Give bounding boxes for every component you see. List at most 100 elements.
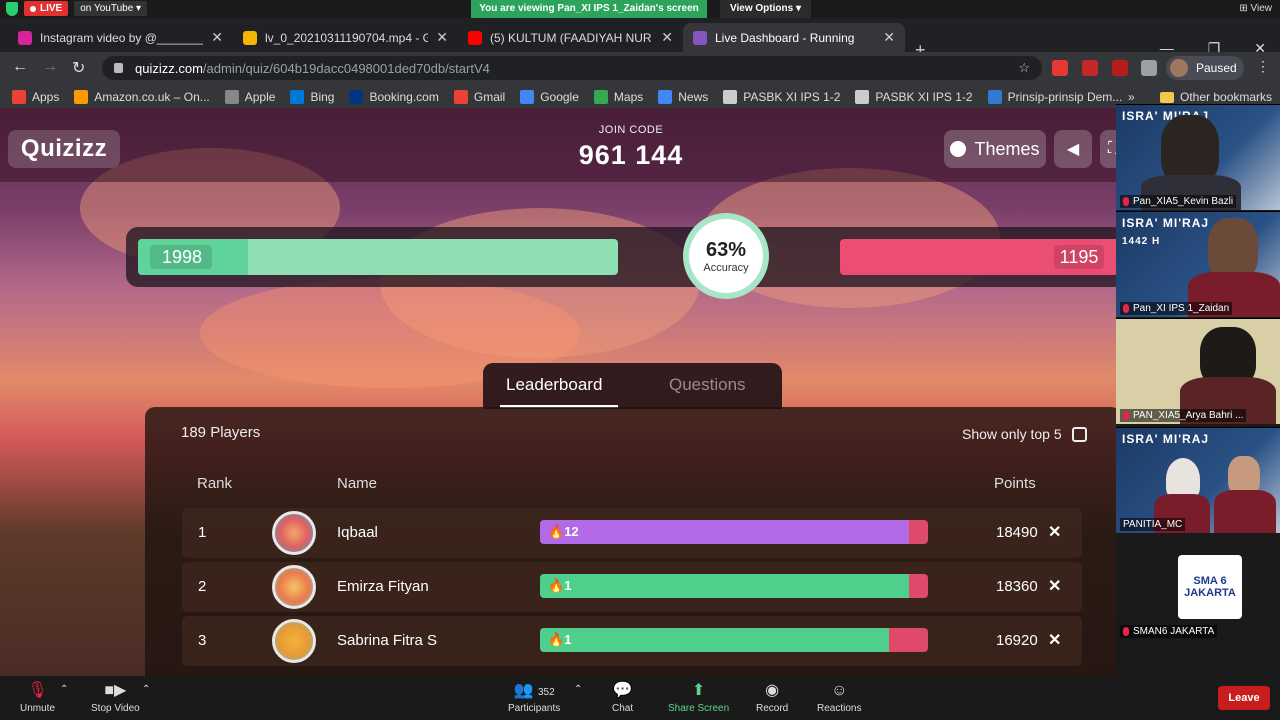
unmute-label: Unmute (20, 703, 56, 714)
forward-icon[interactable]: → (42, 58, 58, 76)
participants-icon: 👥 352 (513, 682, 555, 699)
other-bookmarks[interactable]: Other bookmarks (1160, 90, 1272, 104)
video-tile[interactable]: ISRA' MI'RAJ PANITIA_MC (1116, 427, 1280, 533)
bookmark-star-icon[interactable]: ☆ (1018, 60, 1030, 76)
show-top5-toggle[interactable]: Show only top 5 (962, 426, 1087, 442)
participant-name: SMAN6 JAKARTA (1133, 626, 1215, 637)
extension-icon[interactable] (1052, 60, 1068, 76)
participants-button[interactable]: 👥 352 Participants (508, 682, 560, 714)
points-cell: 18360 (996, 578, 1038, 595)
participant-name-tag: Pan_XI IPS 1_Zaidan (1120, 302, 1233, 315)
close-icon[interactable]: ✕ (211, 29, 223, 46)
streak-value: 1 (564, 578, 572, 593)
remove-player-icon[interactable]: ✕ (1048, 522, 1061, 542)
bookmark-item[interactable]: PASBK XI IPS 1-2 (723, 90, 840, 104)
bookmark-item[interactable]: Maps (593, 90, 643, 104)
view-label: View (1250, 3, 1273, 14)
kebab-menu-icon[interactable]: ⋮ (1256, 58, 1270, 75)
close-icon[interactable]: ✕ (436, 29, 448, 46)
zoom-top-bar: LIVE on YouTube ▾ You are viewing Pan_XI… (0, 0, 1280, 18)
on-youtube-dropdown[interactable]: on YouTube ▾ (74, 1, 148, 16)
bookmark-item[interactable]: Gmail (453, 90, 505, 104)
bookmark-item[interactable]: Google (520, 90, 579, 104)
puzzle-icon[interactable] (1141, 60, 1157, 76)
extension-icon[interactable] (1112, 60, 1128, 76)
tab-google-drive[interactable]: lv_0_20210311190704.mp4 - Goo ✕ (233, 23, 458, 52)
tab-youtube[interactable]: (5) KULTUM (FAADIYAH NUR AAR ✕ (458, 23, 683, 52)
bookmark-item[interactable]: Prinsip-prinsip Dem... (987, 90, 1122, 104)
bookmark-item[interactable]: Bing (290, 90, 334, 104)
tab-leaderboard[interactable]: Leaderboard (506, 375, 602, 395)
tab-quizizz-active[interactable]: Live Dashboard - Running ✕ (683, 23, 905, 52)
bookmark-item[interactable]: Apple (224, 90, 276, 104)
reactions-button[interactable]: ☺ Reactions (817, 682, 861, 714)
live-badge[interactable]: LIVE (24, 1, 69, 16)
reload-icon[interactable]: ↻ (72, 58, 85, 78)
streak-count: 🔥1 (548, 578, 572, 593)
streak-value: 1 (564, 632, 572, 647)
tab-instagram[interactable]: Instagram video by @___________ ✕ (8, 23, 233, 52)
chevron-up-icon: ⌃ (574, 684, 583, 695)
table-row[interactable]: 1 Iqbaal 🔥12 18490 ✕ (182, 508, 1082, 558)
view-button[interactable]: ⊞ View (1239, 0, 1272, 18)
bookmark-item[interactable]: Apps (12, 90, 59, 104)
reactions-label: Reactions (817, 703, 862, 714)
avatar (272, 565, 316, 609)
url-input[interactable]: quizizz.com/admin/quiz/604b19dacc0498001… (102, 56, 1042, 80)
close-icon[interactable]: ✕ (661, 29, 673, 46)
bookmark-label: Booking.com (369, 90, 439, 104)
unmute-button[interactable]: 🎙 Unmute (20, 682, 55, 714)
remove-player-icon[interactable]: ✕ (1048, 576, 1061, 596)
rank-cell: 3 (198, 632, 207, 649)
video-tile[interactable]: PAN_XIA5_Arya Bahri ... (1116, 318, 1280, 424)
back-icon[interactable]: ← (12, 58, 28, 76)
maps-icon (593, 90, 608, 104)
rank-cell: 1 (198, 524, 207, 541)
bookmark-label: Apple (244, 90, 276, 104)
school-logo: SMA 6 JAKARTA (1178, 555, 1242, 619)
url-host: quizizz.com (135, 60, 203, 76)
video-options-caret[interactable]: ⌃ (142, 684, 150, 695)
table-row[interactable]: 3 Sabrina Fitra S 🔥1 16920 ✕ (182, 616, 1082, 666)
video-camera-icon: ■▶ (104, 682, 127, 699)
youtube-icon (468, 30, 482, 45)
leave-button[interactable]: Leave (1218, 686, 1270, 710)
stop-video-button[interactable]: ■▶ Stop Video (91, 682, 140, 714)
close-icon[interactable]: ✕ (883, 29, 895, 46)
chat-button[interactable]: 💬 Chat (612, 682, 633, 714)
fullscreen-button[interactable]: ⛶ (1100, 130, 1116, 168)
sound-button[interactable]: ◀ (1054, 130, 1092, 168)
remove-player-icon[interactable]: ✕ (1048, 630, 1061, 650)
bookmark-item[interactable]: News (658, 90, 708, 104)
table-row[interactable]: 2 Emirza Fityan 🔥1 18360 ✕ (182, 562, 1082, 612)
video-tile[interactable]: ISRA' MI'RAJ Pan_XIA5_Kevin Bazli (1116, 104, 1280, 210)
quizizz-icon (693, 30, 707, 45)
muted-mic-icon (1123, 197, 1129, 206)
video-tile[interactable]: ISRA' MI'RAJ 1442 H Pan_XI IPS 1_Zaidan (1116, 211, 1280, 317)
tab-title: Live Dashboard - Running (715, 30, 855, 45)
checkbox[interactable] (1071, 426, 1087, 442)
extension-icon[interactable] (1082, 60, 1098, 76)
record-button[interactable]: ◉ Record (756, 682, 788, 714)
view-options-button[interactable]: View Options ▾ (720, 0, 811, 18)
mic-off-icon: 🎙 (27, 682, 48, 699)
bookmark-item[interactable]: Booking.com (349, 90, 439, 104)
participants-label: Participants (508, 703, 561, 714)
bookmark-item[interactable]: Amazon.co.uk – On... (74, 90, 210, 104)
rank-cell: 2 (198, 578, 207, 595)
profile-button[interactable]: Paused (1166, 56, 1244, 80)
bookmark-item[interactable]: PASBK XI IPS 1-2 (855, 90, 973, 104)
muted-mic-icon (1123, 304, 1129, 313)
video-tile[interactable]: SMAN6 JAKARTA (1116, 620, 1280, 642)
participant-name-tag: PAN_XIA5_Arya Bahri ... (1120, 409, 1247, 422)
participants-options-caret[interactable]: ⌃ (574, 684, 582, 695)
poster-title: ISRA' MI'RAJ (1122, 216, 1210, 230)
audio-options-caret[interactable]: ⌃ (60, 684, 68, 695)
share-screen-button[interactable]: ⬆ Share Screen (668, 682, 729, 714)
themes-label: Themes (974, 138, 1040, 159)
themes-button[interactable]: Themes (944, 130, 1046, 168)
player-name: Iqbaal (337, 524, 378, 541)
more-bookmarks-icon[interactable]: » (1128, 90, 1135, 104)
tab-questions[interactable]: Questions (669, 375, 746, 395)
record-icon: ◉ (765, 682, 780, 699)
